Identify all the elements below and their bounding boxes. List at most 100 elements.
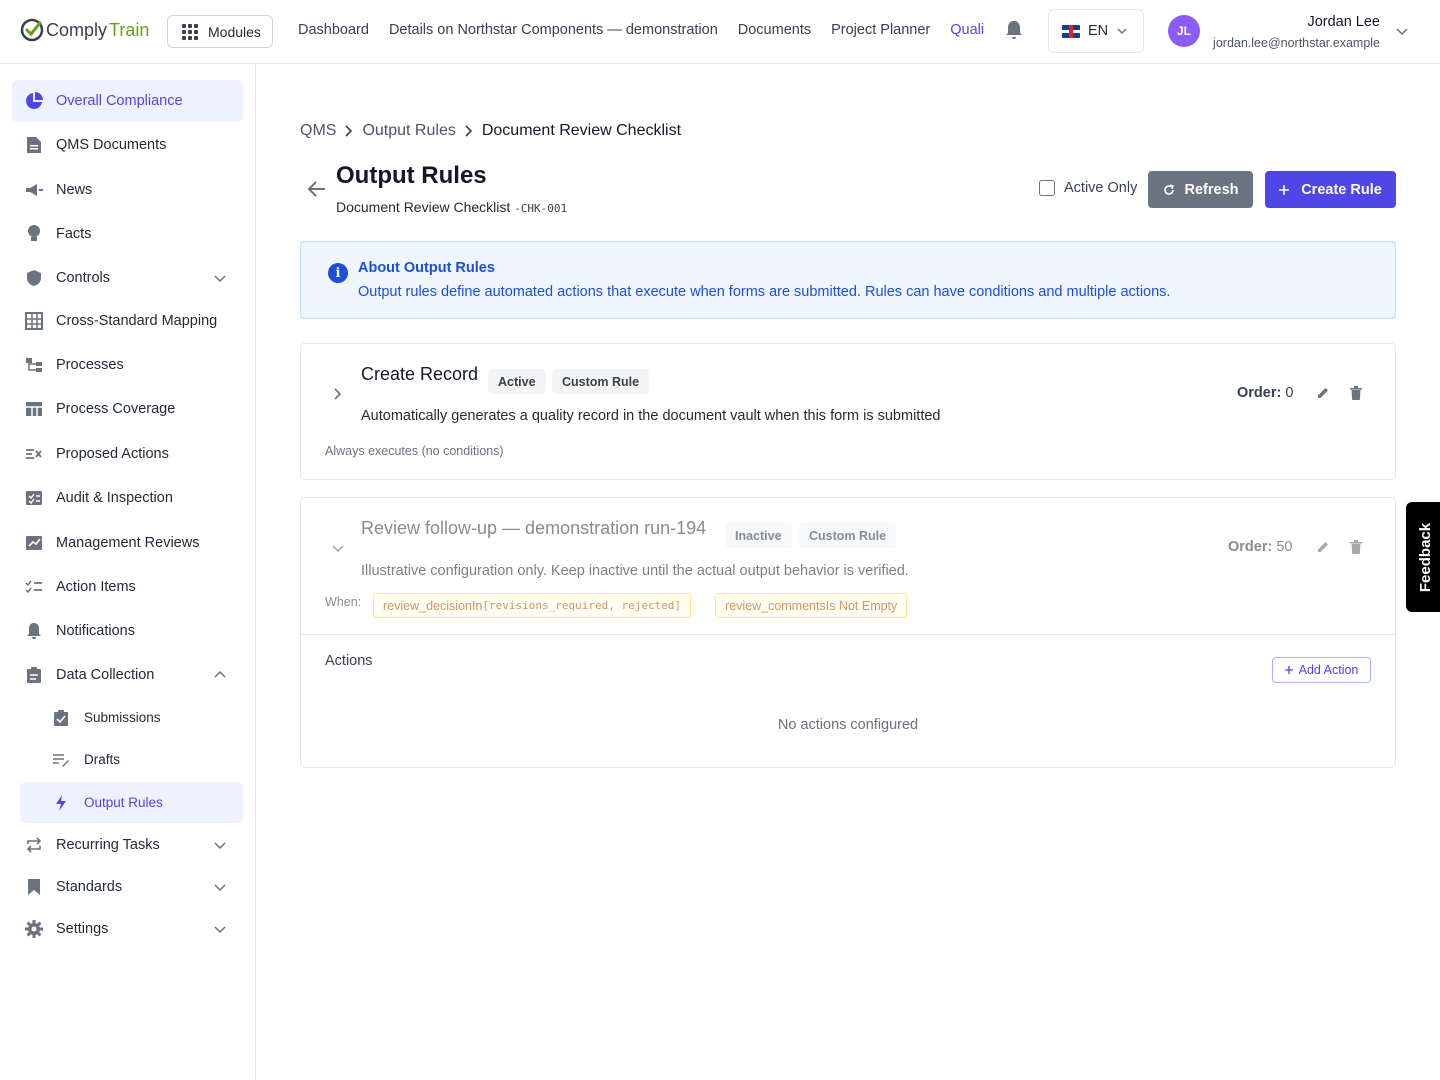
rule-description: Automatically generates a quality record… bbox=[361, 408, 941, 424]
trash-icon[interactable] bbox=[1350, 386, 1362, 400]
breadcrumb: QMS Output Rules Document Review Checkli… bbox=[300, 122, 681, 140]
status-badge: Active bbox=[488, 369, 546, 394]
order-value: 0 bbox=[1285, 385, 1294, 401]
nav-dashboard[interactable]: Dashboard bbox=[298, 22, 369, 38]
info-text: Output rules define automated actions th… bbox=[358, 284, 1171, 300]
logo[interactable]: Comply Train bbox=[20, 18, 149, 42]
sidebar-item-management-reviews[interactable]: Management Reviews bbox=[12, 522, 243, 564]
condition-field: review_comments bbox=[725, 598, 826, 613]
sidebar-item-cross-standard-mapping[interactable]: Cross-Standard Mapping bbox=[12, 300, 243, 342]
rule-title: Create Record bbox=[361, 364, 479, 384]
sidebar-item-label: Overall Compliance bbox=[56, 93, 183, 109]
chevron-right-icon bbox=[345, 125, 353, 137]
rule-title: Review follow-up — demonstration run-194 bbox=[361, 518, 707, 538]
active-only-label: Active Only bbox=[1064, 180, 1138, 196]
info-title: About Output Rules bbox=[358, 260, 495, 276]
breadcrumb-current: Document Review Checklist bbox=[481, 122, 682, 139]
sidebar-item-facts[interactable]: Facts bbox=[12, 213, 243, 255]
sidebar-item-qms-documents[interactable]: QMS Documents bbox=[12, 124, 243, 166]
modules-label: Modules bbox=[208, 23, 261, 40]
uk-flag-icon bbox=[1062, 24, 1080, 38]
rule-description: Illustrative configuration only. Keep in… bbox=[361, 563, 909, 579]
empty-state-text: No actions configured bbox=[777, 717, 919, 733]
sidebar-item-label: Settings bbox=[56, 921, 109, 937]
chart-review-icon bbox=[24, 533, 44, 553]
sidebar-item-label: Proposed Actions bbox=[56, 446, 169, 462]
logo-text-suffix: Train bbox=[109, 19, 150, 40]
pencil-icon[interactable] bbox=[1316, 540, 1330, 554]
sidebar-item-submissions[interactable]: Submissions bbox=[20, 697, 243, 738]
add-action-button[interactable]: Add Action bbox=[1272, 657, 1371, 683]
chevron-right-icon[interactable] bbox=[331, 387, 345, 401]
top-nav: Dashboard Details on Northstar Component… bbox=[298, 22, 984, 38]
order-label: Order: bbox=[1237, 385, 1282, 401]
sidebar-item-standards[interactable]: Standards bbox=[12, 866, 243, 908]
sidebar-item-processes[interactable]: Processes bbox=[12, 344, 243, 386]
back-arrow-icon[interactable] bbox=[306, 178, 328, 200]
nav-details[interactable]: Details on Northstar Components — demons… bbox=[389, 22, 718, 38]
nav-quali[interactable]: Quali bbox=[950, 22, 984, 38]
modules-button[interactable]: Modules bbox=[167, 15, 273, 48]
sidebar-item-audit-inspection[interactable]: Audit & Inspection bbox=[12, 477, 243, 519]
clipboard-check-icon bbox=[52, 709, 70, 727]
chevron-right-icon bbox=[465, 125, 472, 137]
sidebar-sub-label: Drafts bbox=[84, 752, 121, 767]
sidebar-item-drafts[interactable]: Drafts bbox=[20, 739, 243, 780]
sidebar-item-process-coverage[interactable]: Process Coverage bbox=[12, 388, 243, 430]
breadcrumb-output-rules[interactable]: Output Rules bbox=[362, 122, 455, 140]
shield-icon bbox=[24, 268, 44, 288]
pencil-icon[interactable] bbox=[1316, 386, 1330, 400]
chevron-up-icon bbox=[214, 670, 226, 678]
active-only-checkbox[interactable] bbox=[1039, 180, 1055, 196]
language-selector[interactable]: EN bbox=[1048, 9, 1144, 53]
pie-chart-icon bbox=[24, 91, 44, 111]
form-code: -CHK-001 bbox=[514, 202, 568, 215]
sidebar-item-output-rules[interactable]: Output Rules bbox=[20, 782, 243, 823]
gear-icon bbox=[24, 919, 44, 939]
sidebar-item-recurring-tasks[interactable]: Recurring Tasks bbox=[12, 824, 243, 866]
lightbulb-icon bbox=[24, 224, 44, 244]
sidebar-item-controls[interactable]: Controls bbox=[12, 257, 243, 299]
refresh-label: Refresh bbox=[1184, 181, 1239, 198]
rule-header: Review follow-up — demonstration run-194… bbox=[301, 498, 1395, 634]
plus-icon bbox=[1284, 666, 1293, 674]
sidebar-item-label: Data Collection bbox=[56, 667, 155, 683]
chevron-down-icon bbox=[214, 884, 226, 892]
sidebar-item-data-collection[interactable]: Data Collection bbox=[12, 654, 243, 696]
sidebar-item-notifications[interactable]: Notifications bbox=[12, 610, 243, 652]
rule-card[interactable]: Create Record Active Custom Rule Automat… bbox=[300, 343, 1396, 480]
lightning-icon bbox=[52, 794, 70, 812]
nav-project-planner[interactable]: Project Planner bbox=[831, 22, 930, 38]
create-rule-button[interactable]: Create Rule bbox=[1265, 171, 1396, 208]
actions-section: Actions Add Action No actions configured bbox=[301, 634, 1395, 767]
bell-icon[interactable] bbox=[1005, 20, 1023, 40]
feedback-tab[interactable]: Feedback bbox=[1406, 502, 1440, 612]
sidebar-item-news[interactable]: News bbox=[12, 169, 243, 211]
trash-icon[interactable] bbox=[1350, 540, 1362, 554]
sidebar-item-action-items[interactable]: Action Items bbox=[12, 566, 243, 608]
table-icon bbox=[24, 399, 44, 419]
condition-operator: In bbox=[471, 598, 483, 613]
refresh-button[interactable]: Refresh bbox=[1148, 171, 1253, 208]
sidebar-item-settings[interactable]: Settings bbox=[12, 908, 243, 950]
nav-documents[interactable]: Documents bbox=[738, 22, 811, 38]
refresh-icon bbox=[1163, 183, 1174, 195]
user-name[interactable]: Jordan Lee bbox=[1307, 14, 1380, 30]
sidebar-item-label: Audit & Inspection bbox=[56, 490, 173, 506]
sidebar-item-proposed-actions[interactable]: Proposed Actions bbox=[12, 433, 243, 475]
sidebar-item-overall-compliance[interactable]: Overall Compliance bbox=[12, 80, 243, 122]
chevron-down-icon[interactable] bbox=[331, 541, 345, 555]
logo-text-prefix: Comply bbox=[46, 19, 108, 40]
grid-table-icon bbox=[24, 311, 44, 331]
user-menu-chevron-icon[interactable] bbox=[1395, 24, 1409, 38]
sidebar-item-label: Controls bbox=[56, 270, 110, 286]
sidebar-item-label: Facts bbox=[56, 226, 92, 242]
rule-type-badge: Custom Rule bbox=[799, 523, 897, 548]
rule-card-expanded[interactable]: Review follow-up — demonstration run-194… bbox=[300, 497, 1396, 768]
avatar[interactable]: JL bbox=[1168, 15, 1200, 47]
active-only-toggle[interactable]: Active Only bbox=[1039, 180, 1137, 196]
condition-chip: review_comments Is Not Empty bbox=[715, 593, 908, 618]
apps-grid-icon bbox=[182, 23, 198, 40]
actions-heading: Actions bbox=[325, 653, 373, 669]
breadcrumb-qms[interactable]: QMS bbox=[300, 122, 336, 140]
